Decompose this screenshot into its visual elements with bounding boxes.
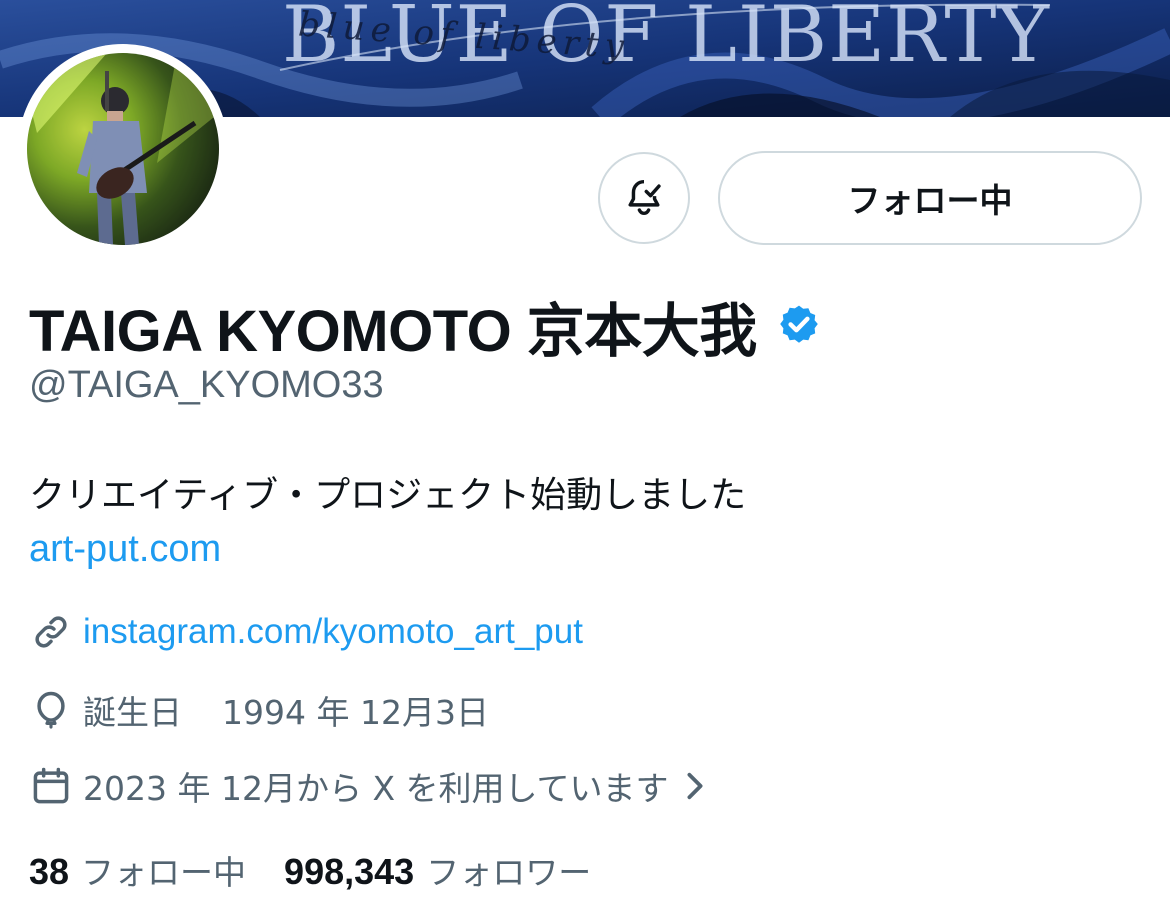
balloon-icon [37,691,65,729]
verified-badge-icon[interactable] [775,302,823,350]
avatar-photo [27,53,219,245]
birthday-row: 誕生日 1994 年 12月3日 [29,686,489,734]
followers-count: 998,343 [284,851,415,892]
calendar-icon [33,767,69,804]
following-button[interactable]: フォロー中 [718,151,1142,245]
birthday-value: 1994 年 12月3日 [222,693,489,732]
display-name: TAIGA KYOMOTO 京本大我 [29,299,757,364]
website-link[interactable]: instagram.com/kyomoto_art_put [83,612,583,652]
avatar[interactable] [18,44,228,254]
notifications-button[interactable] [598,152,690,244]
followers-stat[interactable]: 998,343 フォロワー [284,846,591,894]
following-stat[interactable]: 38 フォロー中 [29,846,246,894]
bell-check-icon [628,179,661,216]
bio-link[interactable]: art-put.com [29,528,221,571]
following-count: 38 [29,851,70,892]
followers-label: フォロワー [426,853,592,892]
handle: @TAIGA_KYOMO33 [29,364,384,406]
website-row: instagram.com/kyomoto_art_put [29,610,583,654]
link-icon [35,616,67,648]
display-name-row: TAIGA KYOMOTO 京本大我 [29,284,823,368]
birthday-label: 誕生日 [83,693,182,732]
chevron-right-icon [687,772,703,800]
joined-text: 2023 年 12月から X を利用しています [83,769,669,808]
follow-stats: 38 フォロー中 998,343 フォロワー [29,846,591,894]
joined-row[interactable]: 2023 年 12月から X を利用しています [29,762,707,810]
following-label: フォロー中 [81,853,247,892]
bio-text: クリエイティブ・プロジェクト始動しました [29,475,747,516]
